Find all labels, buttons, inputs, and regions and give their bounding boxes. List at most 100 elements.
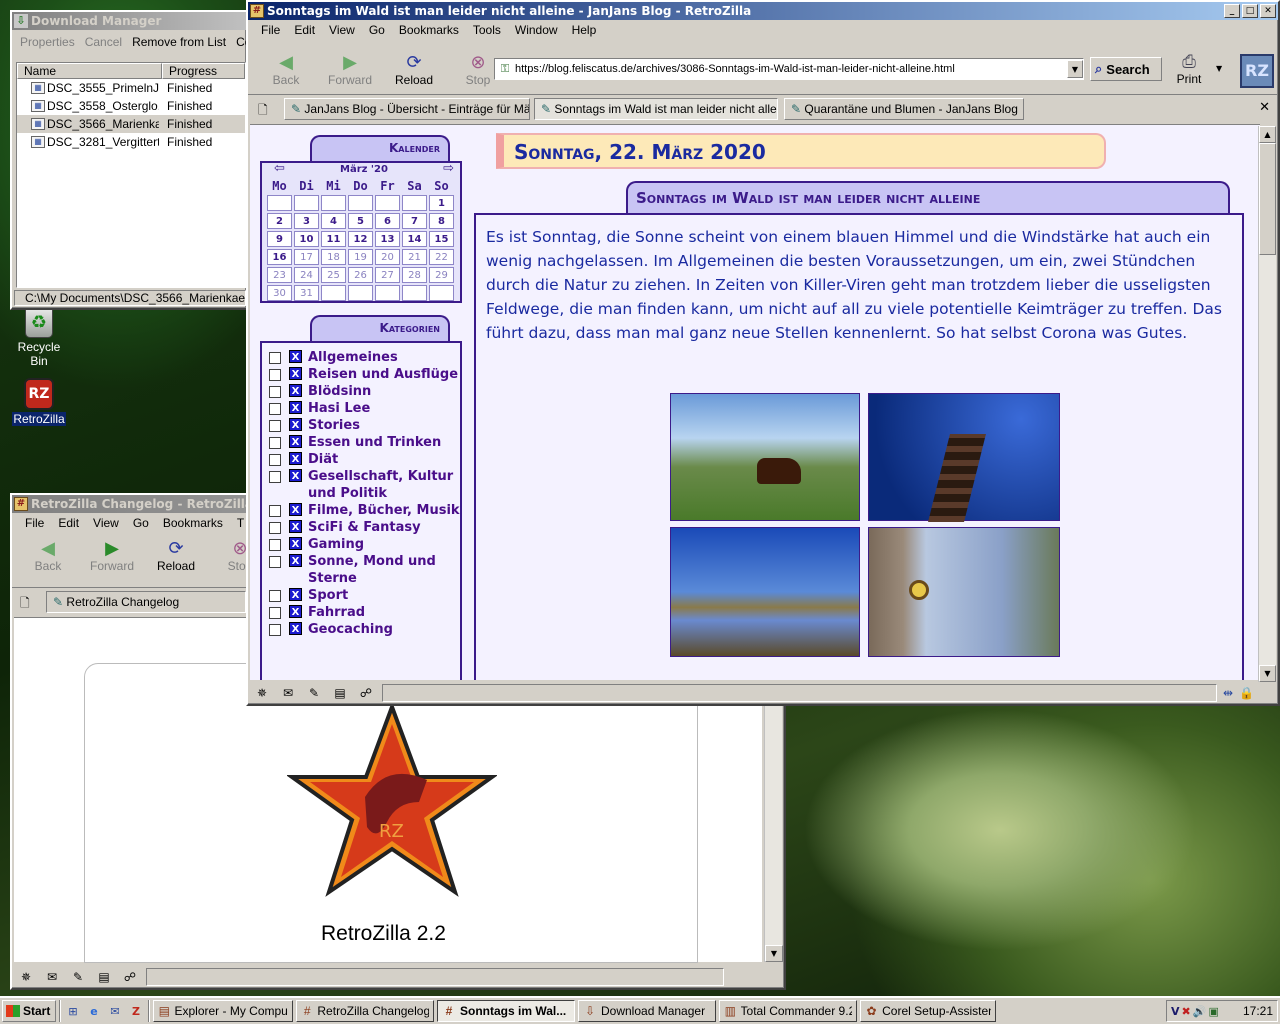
calendar-day[interactable]: 11 <box>321 231 346 247</box>
category-checkbox[interactable] <box>269 352 281 364</box>
close-button[interactable]: ✕ <box>1260 4 1276 18</box>
url-bar[interactable]: ⚿ https://blog.feliscatus.de/archives/30… <box>494 58 1084 80</box>
download-list[interactable]: Name Progress ▦ DSC_3555_PrimelnJ... Finis… <box>16 62 246 288</box>
navigator-icon[interactable]: ✵ <box>16 970 36 984</box>
category-item[interactable]: X Gesellschaft, Kultur und Politik <box>262 468 460 502</box>
tab-sonntags[interactable]: ✎ Sonntags im Wald ist man leider nicht … <box>534 98 778 120</box>
photo-horse[interactable] <box>670 393 860 521</box>
category-checkbox[interactable] <box>269 369 281 381</box>
print-dropdown-icon[interactable]: ▼ <box>1216 64 1222 73</box>
calendar-day[interactable]: 9 <box>267 231 292 247</box>
cancel-button[interactable]: Cancel <box>85 35 122 49</box>
category-checkbox[interactable] <box>269 539 281 551</box>
category-item[interactable]: X Gaming <box>262 536 460 553</box>
category-feed-icon[interactable]: X <box>289 452 302 465</box>
category-feed-icon[interactable]: X <box>289 401 302 414</box>
category-item[interactable]: X Hasi Lee <box>262 400 460 417</box>
calendar-day[interactable]: 23 <box>267 267 292 283</box>
reload-button[interactable]: ⟳ Reload <box>150 538 202 573</box>
taskbar-item[interactable]: ✿ Corel Setup-Assistent <box>860 1000 996 1022</box>
calendar-day[interactable]: 15 <box>429 231 454 247</box>
irc-icon[interactable]: ☍ <box>120 970 140 984</box>
recycle-bin-desktop-icon[interactable]: ♻ Recycle Bin <box>8 308 70 368</box>
photo-snail[interactable] <box>868 527 1060 657</box>
tab-ubersicht[interactable]: ✎ JanJans Blog - Übersicht - Einträge fü… <box>284 98 530 120</box>
forward-button[interactable]: ▶ Forward <box>324 52 376 87</box>
menu-go[interactable]: Go <box>126 516 156 530</box>
calendar-day[interactable]: 18 <box>321 249 346 265</box>
category-checkbox[interactable] <box>269 522 281 534</box>
category-item[interactable]: X Filme, Bücher, Musik <box>262 502 460 519</box>
calendar-day[interactable]: 24 <box>294 267 319 283</box>
browser-titlebar[interactable]: # Sonntags im Wald ist man leider nicht … <box>248 2 1278 20</box>
calendar-day[interactable]: 30 <box>267 285 292 301</box>
print-button[interactable]: ⎙ Print <box>1166 52 1212 86</box>
calendar-day[interactable]: 21 <box>402 249 427 265</box>
forward-button[interactable]: ▶ Forward <box>86 538 138 573</box>
tab-quarantane[interactable]: ✎ Quarantäne und Blumen - JanJans Blog <box>784 98 1024 120</box>
internet-explorer-icon[interactable]: e <box>85 1005 103 1018</box>
menu-view[interactable]: View <box>86 516 126 530</box>
mail-icon[interactable]: ✉ <box>278 686 298 700</box>
calendar-day[interactable]: 12 <box>348 231 373 247</box>
category-checkbox[interactable] <box>269 590 281 602</box>
calendar-day[interactable]: 26 <box>348 267 373 283</box>
tray-volume-icon[interactable]: 🔊 <box>1193 1005 1207 1018</box>
calendar-day[interactable]: 5 <box>348 213 373 229</box>
co-button[interactable]: Co <box>236 35 246 49</box>
composer-icon[interactable]: ✎ <box>68 970 88 984</box>
category-feed-icon[interactable]: X <box>289 520 302 533</box>
download-row[interactable]: ▦ DSC_3555_PrimelnJ... Finished <box>17 79 245 97</box>
outlook-icon[interactable]: ✉ <box>106 1005 124 1018</box>
download-manager-window[interactable]: ⇩ Download Manager Properties Cancel Rem… <box>10 10 248 310</box>
retrozilla-desktop-icon[interactable]: RZ RetroZilla <box>8 378 70 426</box>
taskbar-item[interactable]: ▥ Total Commander 9.2... <box>719 1000 857 1022</box>
browser-scrollbar[interactable]: ▲ ▼ <box>1258 126 1276 682</box>
tray-antivirus-icon[interactable]: ✖ <box>1182 1005 1191 1018</box>
category-checkbox[interactable] <box>269 556 281 568</box>
browser-window[interactable]: # Sonntags im Wald ist man leider nicht … <box>246 0 1280 706</box>
photo-hunting-stand[interactable] <box>868 393 1060 522</box>
category-checkbox[interactable] <box>269 420 281 432</box>
scroll-thumb[interactable] <box>1259 143 1276 255</box>
back-button[interactable]: ◀ Back <box>260 52 312 87</box>
taskbar-item[interactable]: ▤ Explorer - My Computer <box>153 1000 293 1022</box>
calendar-day[interactable]: 29 <box>429 267 454 283</box>
menu-bookmarks[interactable]: Bookmarks <box>392 23 466 37</box>
close-tab-icon[interactable]: ✕ <box>1259 100 1270 115</box>
category-feed-icon[interactable]: X <box>289 418 302 431</box>
irc-icon[interactable]: ☍ <box>356 686 376 700</box>
online-status-icon[interactable]: ⇹ <box>1223 686 1233 700</box>
clock[interactable]: 17:21 <box>1243 1004 1273 1018</box>
calendar-day[interactable]: 28 <box>402 267 427 283</box>
calendar-day[interactable]: 27 <box>375 267 400 283</box>
category-item[interactable]: X Diät <box>262 451 460 468</box>
calendar-day[interactable]: 14 <box>402 231 427 247</box>
category-feed-icon[interactable]: X <box>289 605 302 618</box>
name-column-header[interactable]: Name <box>17 63 162 79</box>
calendar-day[interactable]: 31 <box>294 285 319 301</box>
remove-from-list-button[interactable]: Remove from List <box>132 35 226 49</box>
tab-changelog[interactable]: ✎ RetroZilla Changelog <box>46 591 246 613</box>
calendar-day[interactable]: 6 <box>375 213 400 229</box>
menu-edit[interactable]: Edit <box>287 23 322 37</box>
calendar-next-icon[interactable]: ⇨ <box>443 161 454 176</box>
calendar-day[interactable]: 2 <box>267 213 292 229</box>
category-item[interactable]: X Reisen und Ausflüge <box>262 366 460 383</box>
taskbar-item[interactable]: ⇩ Download Manager <box>578 1000 716 1022</box>
menu-tools[interactable]: Tools <box>466 23 508 37</box>
menu-help[interactable]: Help <box>565 23 604 37</box>
taskbar-item[interactable]: # Sonntags im Wal... <box>437 1000 575 1022</box>
category-feed-icon[interactable]: X <box>289 367 302 380</box>
composer-icon[interactable]: ✎ <box>304 686 324 700</box>
navigator-icon[interactable]: ✵ <box>252 686 272 700</box>
tray-v-icon[interactable]: V <box>1171 1005 1180 1018</box>
category-feed-icon[interactable]: X <box>289 554 302 567</box>
scroll-down-button[interactable]: ▼ <box>765 945 783 962</box>
menu-file[interactable]: File <box>254 23 287 37</box>
calendar-day[interactable]: 13 <box>375 231 400 247</box>
url-dropdown-button[interactable]: ▼ <box>1067 60 1083 78</box>
category-checkbox[interactable] <box>269 437 281 449</box>
mail-icon[interactable]: ✉ <box>42 970 62 984</box>
calendar-day[interactable]: 1 <box>429 195 454 211</box>
